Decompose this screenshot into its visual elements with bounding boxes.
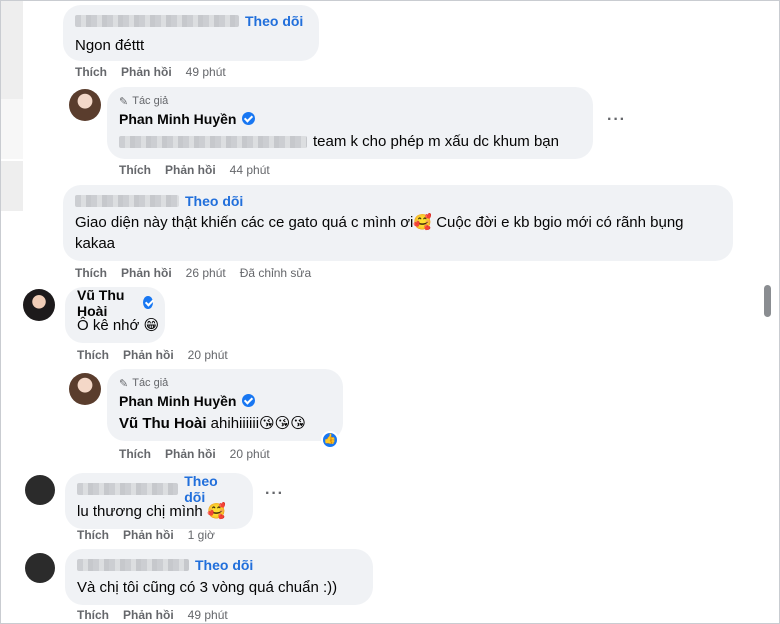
like-reaction-icon[interactable]: 👍 [321,431,339,449]
comment-bubble: Theo dõi Giao diện này thật khiến các ce… [63,185,733,261]
avatar[interactable] [69,89,101,121]
comment-time[interactable]: 26 phút [186,266,226,280]
comment-text: team k cho phép m xấu dc khum bạn [313,133,559,150]
cropped-left-edge [1,99,23,159]
comment-text: Ngon đéttt [75,37,145,54]
scrollbar-thumb[interactable] [764,285,771,317]
comment-bubble: ✎ Tác giả Phan Minh Huyền Vũ Thu Hoài ahi… [107,369,343,441]
like-action[interactable]: Thích [77,348,109,362]
comments-panel: Theo dõi Ngon đéttt Thích Phản hồi 49 ph… [0,0,780,624]
reply-action[interactable]: Phản hồi [123,348,174,362]
comment-time[interactable]: 20 phút [230,447,270,461]
comment-actions: Thích Phản hồi 49 phút [77,608,228,622]
author-pen-icon: ✎ [119,377,129,390]
author-pen-icon: ✎ [119,95,129,108]
commenter-name[interactable]: Vũ Thu Hoài [77,287,137,319]
comment-actions: Thích Phản hồi 20 phút [119,447,270,461]
reply-action[interactable]: Phản hồi [165,163,216,177]
verified-badge-icon [242,394,256,407]
comment-actions: Thích Phản hồi 1 giờ [77,528,215,542]
reply-action[interactable]: Phản hồi [165,447,216,461]
like-action[interactable]: Thích [119,163,151,177]
comment-bubble: Vũ Thu Hoài Ô kê nhớ 😁 [65,287,165,343]
like-action[interactable]: Thích [119,447,151,461]
comment-time[interactable]: 49 phút [186,65,226,79]
comment-text: Giao diện này thật khiến các ce gato quá… [75,214,684,252]
verified-badge-icon [143,296,153,309]
comment-time[interactable]: 49 phút [188,608,228,622]
follow-link[interactable]: Theo dõi [184,473,241,505]
follow-link[interactable]: Theo dõi [195,557,253,573]
author-tag: Tác giả [132,95,169,107]
follow-link[interactable]: Theo dõi [245,13,303,29]
avatar[interactable] [25,475,55,505]
comment-time[interactable]: 1 giờ [188,528,215,542]
reply-action[interactable]: Phản hồi [123,608,174,622]
like-action[interactable]: Thích [77,608,109,622]
comment-actions: Thích Phản hồi 49 phút [75,65,226,79]
comment-bubble: Theo dõi lu thương chị mình 🥰 [65,473,253,529]
cropped-left-edge [1,161,23,211]
edited-label: Đã chỉnh sửa [239,266,312,280]
comment-actions: Thích Phản hồi 26 phút Đã chỉnh sửa [75,266,311,280]
more-options-icon[interactable]: ··· [265,485,284,503]
blurred-mention [119,135,307,148]
author-tag: Tác giả [132,377,169,389]
mention-link[interactable]: Vũ Thu Hoài [119,415,207,432]
reply-action[interactable]: Phản hồi [123,528,174,542]
like-action[interactable]: Thích [75,266,107,280]
like-action[interactable]: Thích [77,528,109,542]
comment-time[interactable]: 20 phút [188,348,228,362]
follow-link[interactable]: Theo dõi [185,193,243,209]
reply-action[interactable]: Phản hồi [121,65,172,79]
comment-bubble: ✎ Tác giả Phan Minh Huyền team k cho phép… [107,87,593,159]
blurred-username [77,558,189,571]
comment-bubble: Theo dõi Ngon đéttt [63,5,319,61]
blurred-username [75,14,239,27]
comment-text: ahihiiiiii😘😘😘 [210,415,306,432]
comment-actions: Thích Phản hồi 44 phút [119,163,270,177]
blurred-username [75,194,179,207]
comment-text: lu thương chị mình 🥰 [77,503,226,520]
comment-actions: Thích Phản hồi 20 phút [77,348,228,362]
avatar[interactable] [25,553,55,583]
avatar[interactable] [69,373,101,405]
comment-text: Ô kê nhớ 😁 [77,317,160,334]
commenter-name[interactable]: Phan Minh Huyền [119,111,236,127]
like-action[interactable]: Thích [75,65,107,79]
cropped-left-edge [1,1,23,99]
reply-action[interactable]: Phản hồi [121,266,172,280]
avatar[interactable] [23,289,55,321]
more-options-icon[interactable]: ··· [607,111,626,129]
comment-time[interactable]: 44 phút [230,163,270,177]
comment-text: Và chị tôi cũng có 3 vòng quá chuẩn :)) [77,579,338,596]
verified-badge-icon [242,112,256,125]
commenter-name[interactable]: Phan Minh Huyền [119,393,236,409]
blurred-username [77,482,179,495]
comment-bubble: Theo dõi Và chị tôi cũng có 3 vòng quá c… [65,549,373,605]
